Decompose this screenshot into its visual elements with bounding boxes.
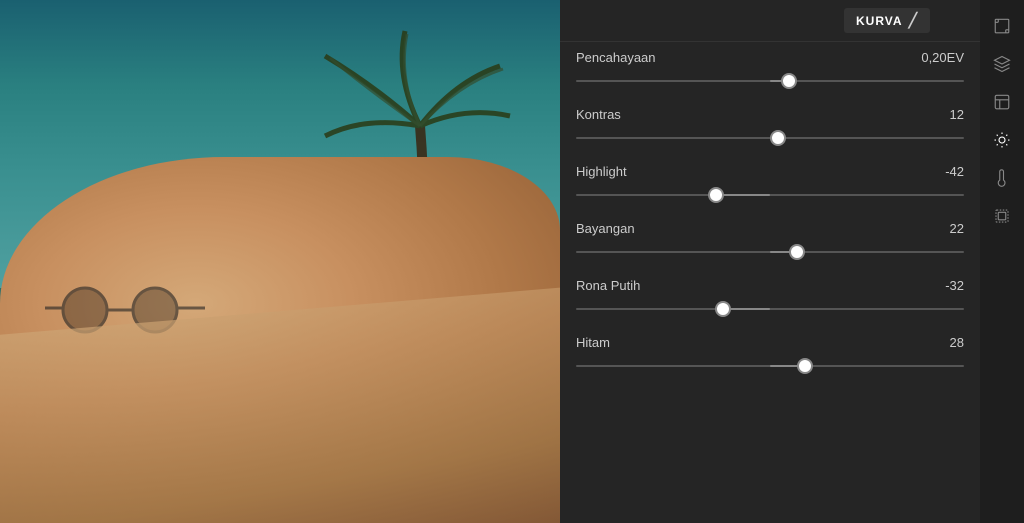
slider-value-pencahayaan: 0,20EV [921, 50, 964, 65]
slider-label-rona-putih: Rona Putih [576, 278, 640, 293]
slider-fill-highlight [716, 194, 770, 196]
thermometer-icon[interactable] [984, 160, 1020, 196]
slider-header-rona-putih: Rona Putih -32 [576, 278, 964, 293]
controls-panel: KURVA ╱ Pencahayaan 0,20EV Kontras 12 [560, 0, 980, 523]
slider-track-highlight[interactable] [576, 185, 964, 205]
slider-header-pencahayaan: Pencahayaan 0,20EV [576, 50, 964, 65]
slider-label-kontras: Kontras [576, 107, 621, 122]
slider-row-highlight: Highlight -42 [576, 164, 964, 205]
crop-box-icon[interactable] [984, 198, 1020, 234]
photo-image [0, 0, 560, 523]
slider-row-hitam: Hitam 28 [576, 335, 964, 376]
slider-track-bg-rona-putih [576, 308, 964, 310]
slider-row-rona-putih: Rona Putih -32 [576, 278, 964, 319]
slider-track-bg-pencahayaan [576, 80, 964, 82]
slider-label-highlight: Highlight [576, 164, 627, 179]
slider-track-bayangan[interactable] [576, 242, 964, 262]
slider-track-bg-kontras [576, 137, 964, 139]
crop-transform-icon[interactable] [984, 8, 1020, 44]
slider-track-rona-putih[interactable] [576, 299, 964, 319]
slider-thumb-hitam[interactable] [797, 358, 813, 374]
slider-value-bayangan: 22 [950, 221, 964, 236]
layers-icon[interactable] [984, 46, 1020, 82]
slider-label-hitam: Hitam [576, 335, 610, 350]
slider-header-bayangan: Bayangan 22 [576, 221, 964, 236]
slider-track-bg-highlight [576, 194, 964, 196]
image-adjust-icon[interactable] [984, 84, 1020, 120]
slider-track-pencahayaan[interactable] [576, 71, 964, 91]
photo-area [0, 0, 560, 523]
slider-track-bg-bayangan [576, 251, 964, 253]
sliders-area: Pencahayaan 0,20EV Kontras 12 Highlight … [560, 42, 980, 400]
slider-thumb-bayangan[interactable] [789, 244, 805, 260]
slider-header-hitam: Hitam 28 [576, 335, 964, 350]
kurva-label: KURVA [856, 14, 903, 28]
top-bar: KURVA ╱ [560, 0, 980, 42]
slider-value-rona-putih: -32 [945, 278, 964, 293]
slider-value-hitam: 28 [950, 335, 964, 350]
sun-icon[interactable] [984, 122, 1020, 158]
slider-thumb-pencahayaan[interactable] [781, 73, 797, 89]
slider-value-highlight: -42 [945, 164, 964, 179]
slider-header-kontras: Kontras 12 [576, 107, 964, 122]
slider-track-hitam[interactable] [576, 356, 964, 376]
slider-header-highlight: Highlight -42 [576, 164, 964, 179]
slider-row-kontras: Kontras 12 [576, 107, 964, 148]
slider-track-bg-hitam [576, 365, 964, 367]
curve-icon: ╱ [909, 12, 918, 29]
slider-thumb-highlight[interactable] [708, 187, 724, 203]
right-panel: KURVA ╱ Pencahayaan 0,20EV Kontras 12 [560, 0, 1024, 523]
slider-track-kontras[interactable] [576, 128, 964, 148]
slider-thumb-rona-putih[interactable] [715, 301, 731, 317]
slider-row-bayangan: Bayangan 22 [576, 221, 964, 262]
kurva-button[interactable]: KURVA ╱ [844, 8, 930, 33]
slider-label-bayangan: Bayangan [576, 221, 635, 236]
slider-row-pencahayaan: Pencahayaan 0,20EV [576, 50, 964, 91]
icon-toolbar [980, 0, 1024, 523]
slider-value-kontras: 12 [950, 107, 964, 122]
slider-thumb-kontras[interactable] [770, 130, 786, 146]
slider-label-pencahayaan: Pencahayaan [576, 50, 656, 65]
